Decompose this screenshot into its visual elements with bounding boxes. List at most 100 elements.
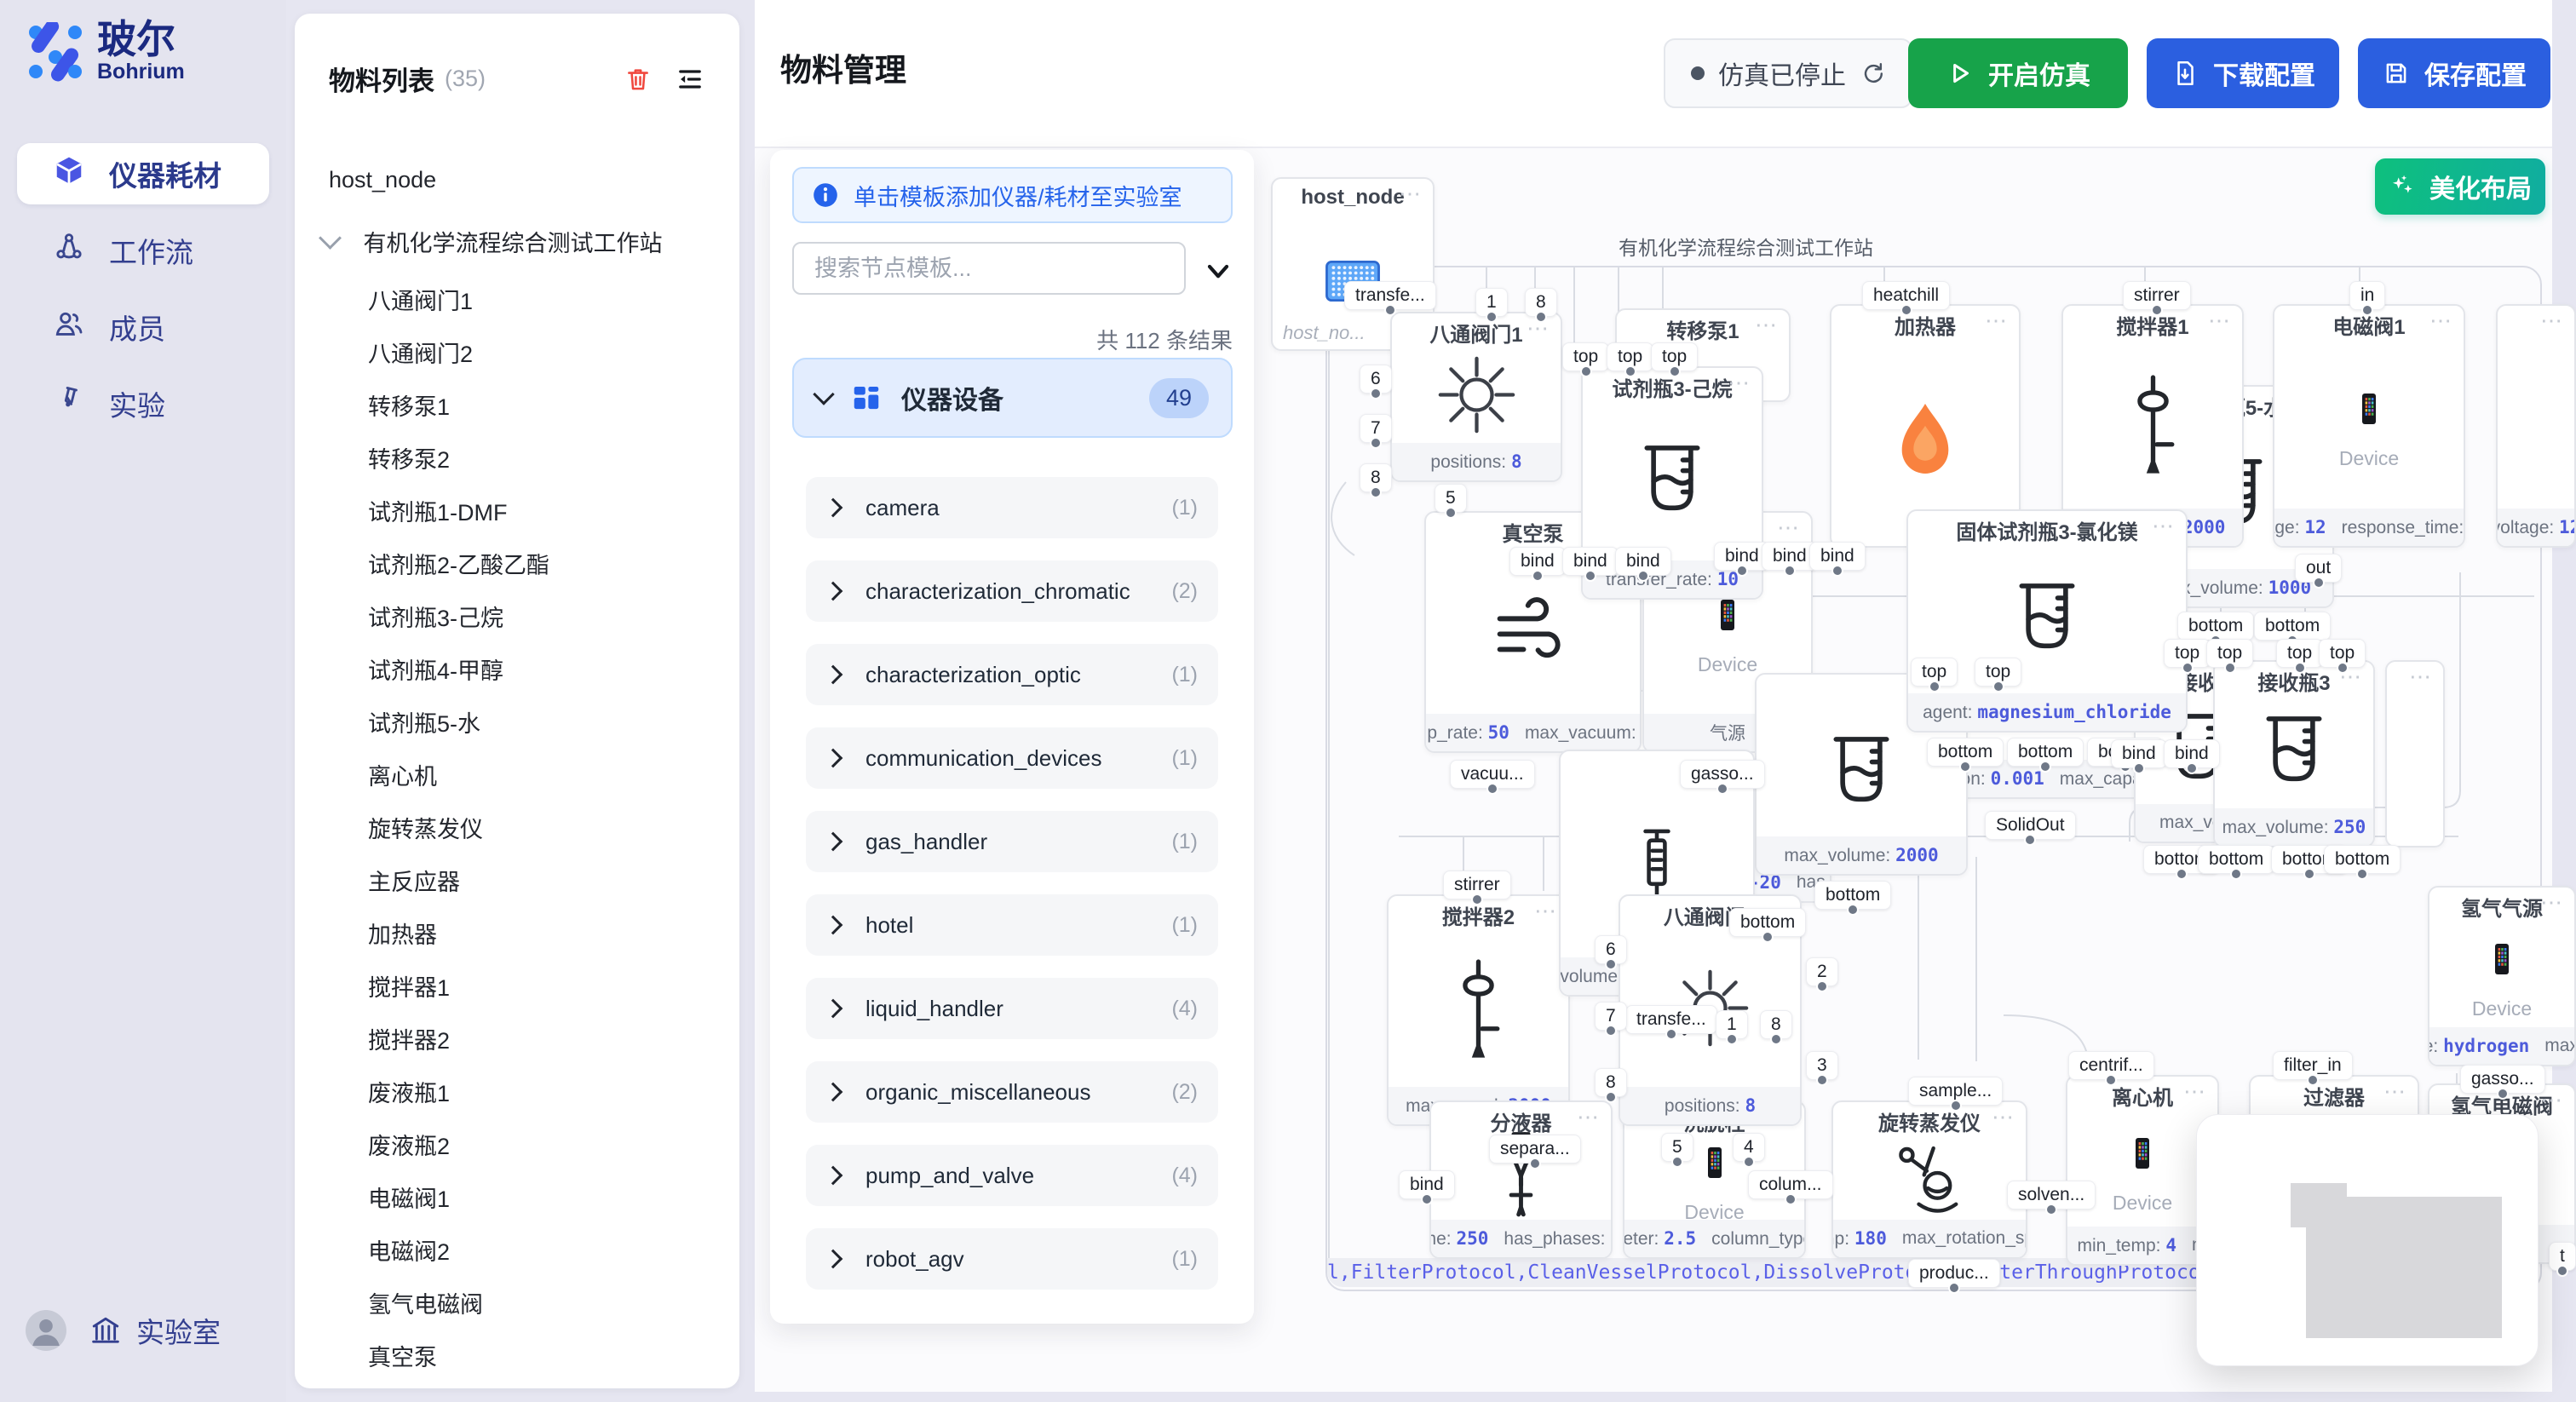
node-menu-icon[interactable]: ⋯ — [1985, 307, 2009, 334]
port-pill-bind[interactable]: bind — [1615, 547, 1671, 576]
node-menu-icon[interactable]: ⋯ — [1577, 1104, 1601, 1130]
tree-item[interactable]: 氢气电磁阀 — [368, 1286, 483, 1319]
port-pill-8[interactable]: 8 — [1360, 463, 1392, 492]
template-item-organic_miscellaneous[interactable]: organic_miscellaneous(2) — [806, 1061, 1218, 1123]
port-pill-5[interactable]: 5 — [1661, 1133, 1693, 1162]
tree-item[interactable]: 真空泵 — [368, 1339, 437, 1372]
port-pill-bind[interactable]: bind — [1399, 1170, 1455, 1199]
port-pill-centrif[interactable]: centrif... — [2068, 1051, 2154, 1080]
node-menu-icon[interactable]: ⋯ — [2429, 307, 2453, 334]
port-pill-bind[interactable]: bind — [1509, 547, 1566, 576]
search-input[interactable] — [792, 242, 1186, 295]
port-pill-top[interactable]: top — [1651, 342, 1698, 371]
node-menu-icon[interactable]: ⋯ — [1755, 312, 1779, 338]
collapse-list-icon[interactable] — [675, 64, 705, 95]
port-pill-sample[interactable]: sample... — [1908, 1077, 2003, 1106]
port-pill-transfe[interactable]: transfe... — [1344, 281, 1436, 310]
sidebar-footer[interactable]: 实验室 — [26, 1310, 221, 1351]
tree-group-workstation[interactable]: 有机化学流程综合测试工作站 — [322, 225, 663, 258]
sidebar-item-workflow[interactable]: 工作流 — [17, 220, 269, 281]
port-pill-bottom[interactable]: bottom — [1729, 908, 1806, 937]
template-item-gas_handler[interactable]: gas_handler(1) — [806, 811, 1218, 872]
template-item-hotel[interactable]: hotel(1) — [806, 894, 1218, 956]
port-pill-top[interactable]: top — [2164, 639, 2211, 668]
port-pill-colum[interactable]: colum... — [1748, 1170, 1833, 1199]
port-pill-7[interactable]: 7 — [1360, 414, 1392, 443]
tree-item[interactable]: 废液瓶2 — [368, 1128, 450, 1161]
tree-item[interactable]: 八通阀门1 — [368, 283, 473, 316]
tree-item[interactable]: 主反应器 — [368, 864, 460, 897]
canvas-node-solidbottle3[interactable]: 固体试剂瓶3-氯化镁⋯agent: magnesium_chloride — [1906, 509, 2188, 733]
template-item-pump_and_valve[interactable]: pump_and_valve(4) — [806, 1145, 1218, 1206]
port-pill-bind[interactable]: bind — [2164, 739, 2220, 768]
template-item-characterization_optic[interactable]: characterization_optic(1) — [806, 644, 1218, 705]
node-menu-icon[interactable]: ⋯ — [2383, 1078, 2407, 1105]
sidebar-item-experiment[interactable]: 实验 — [17, 373, 269, 434]
category-instruments[interactable]: 仪器设备 49 — [792, 358, 1233, 438]
tree-item[interactable]: 试剂瓶4-甲醇 — [368, 652, 503, 686]
tree-item-host-node[interactable]: host_node — [329, 167, 436, 193]
tree-item[interactable]: 搅拌器1 — [368, 969, 450, 1003]
port-pill-5[interactable]: 5 — [1435, 484, 1467, 513]
port-pill-bottom[interactable]: bottom — [2254, 612, 2331, 641]
port-pill-filterin[interactable]: filter_in — [2273, 1051, 2353, 1080]
port-pill-8[interactable]: 8 — [1760, 1010, 1792, 1039]
tree-item[interactable]: 离心机 — [368, 758, 437, 791]
port-pill-top[interactable]: top — [2276, 639, 2323, 668]
canvas-node-stirrer2[interactable]: 搅拌器2⋯max_speed: 2000 — [1387, 894, 1570, 1126]
tree-item[interactable]: 试剂瓶5-水 — [368, 705, 480, 738]
tree-item[interactable]: 旋转蒸发仪 — [368, 811, 483, 844]
port-pill-top[interactable]: top — [1607, 342, 1653, 371]
port-pill-out[interactable]: out — [2295, 554, 2342, 583]
port-pill-solven[interactable]: solven... — [2007, 1181, 2096, 1210]
node-menu-icon[interactable]: ⋯ — [1728, 370, 1751, 396]
canvas-node-solenoid1[interactable]: 电磁阀1⋯Devicevoltage: 12response_time: 0.1 — [2273, 304, 2465, 548]
port-pill-bind[interactable]: bind — [1809, 542, 1866, 571]
sidebar-item-lab[interactable]: 实验室 — [89, 1310, 221, 1351]
port-pill-top[interactable]: top — [2206, 639, 2253, 668]
port-pill-bottom[interactable]: bottom — [2007, 738, 2084, 767]
node-menu-icon[interactable]: ⋯ — [2409, 664, 2433, 690]
tree-item[interactable]: 转移泵2 — [368, 441, 450, 474]
port-pill-8[interactable]: 8 — [1525, 288, 1557, 317]
node-menu-icon[interactable]: ⋯ — [2540, 307, 2564, 334]
port-pill-vacuu[interactable]: vacuu... — [1450, 760, 1535, 789]
tree-item[interactable]: 电磁阀1 — [368, 1181, 450, 1214]
port-pill-gasso[interactable]: gasso... — [1680, 760, 1765, 789]
port-pill-6[interactable]: 6 — [1360, 365, 1392, 394]
template-item-communication_devices[interactable]: communication_devices(1) — [806, 727, 1218, 789]
beautify-layout-button[interactable]: 美化布局 — [2375, 158, 2545, 215]
port-pill-transfe[interactable]: transfe... — [1625, 1005, 1717, 1034]
save-config-button[interactable]: 保存配置 — [2358, 38, 2550, 108]
port-pill-bottom[interactable]: bottom — [1814, 881, 1891, 910]
node-menu-icon[interactable]: ⋯ — [1534, 898, 1558, 924]
tree-item[interactable]: 试剂瓶1-DMF — [368, 494, 508, 527]
port-pill-6[interactable]: 6 — [1595, 935, 1627, 964]
port-pill-t[interactable]: t — [2549, 1242, 2576, 1271]
canvas-node-valve1[interactable]: 八通阀门1⋯positions: 8 — [1390, 312, 1562, 482]
port-pill-top[interactable]: top — [1911, 658, 1958, 687]
port-pill-produc[interactable]: produc... — [1908, 1259, 2000, 1288]
simulation-status-pill[interactable]: 仿真已停止 — [1664, 38, 1912, 108]
port-pill-gasso[interactable]: gasso... — [2460, 1065, 2545, 1094]
tree-item[interactable]: 试剂瓶3-己烷 — [368, 600, 503, 633]
port-pill-bottom[interactable]: bottom — [2198, 845, 2274, 874]
port-pill-top[interactable]: top — [1975, 658, 2021, 687]
port-pill-separa[interactable]: separa... — [1489, 1135, 1581, 1164]
port-pill-bind[interactable]: bind — [2111, 739, 2167, 768]
tree-item[interactable]: 电磁阀2 — [368, 1233, 450, 1267]
port-pill-4[interactable]: 4 — [1733, 1133, 1765, 1162]
download-config-button[interactable]: 下载配置 — [2147, 38, 2339, 108]
port-pill-7[interactable]: 7 — [1595, 1002, 1627, 1031]
port-pill-8[interactable]: 8 — [1595, 1068, 1627, 1097]
port-pill-top[interactable]: top — [2319, 639, 2366, 668]
tree-item[interactable]: 转移泵1 — [368, 388, 450, 422]
node-menu-icon[interactable]: ⋯ — [1992, 1104, 2015, 1130]
sidebar-item-members[interactable]: 成员 — [17, 296, 269, 358]
port-pill-stirrer[interactable]: stirrer — [1443, 871, 1511, 899]
start-simulation-button[interactable]: 开启仿真 — [1908, 38, 2128, 108]
trash-icon[interactable] — [624, 65, 653, 94]
sidebar-item-instruments[interactable]: 仪器耗材 — [17, 143, 269, 204]
port-pill-top[interactable]: top — [1562, 342, 1609, 371]
port-pill-SolidOut[interactable]: SolidOut — [1985, 811, 2076, 840]
